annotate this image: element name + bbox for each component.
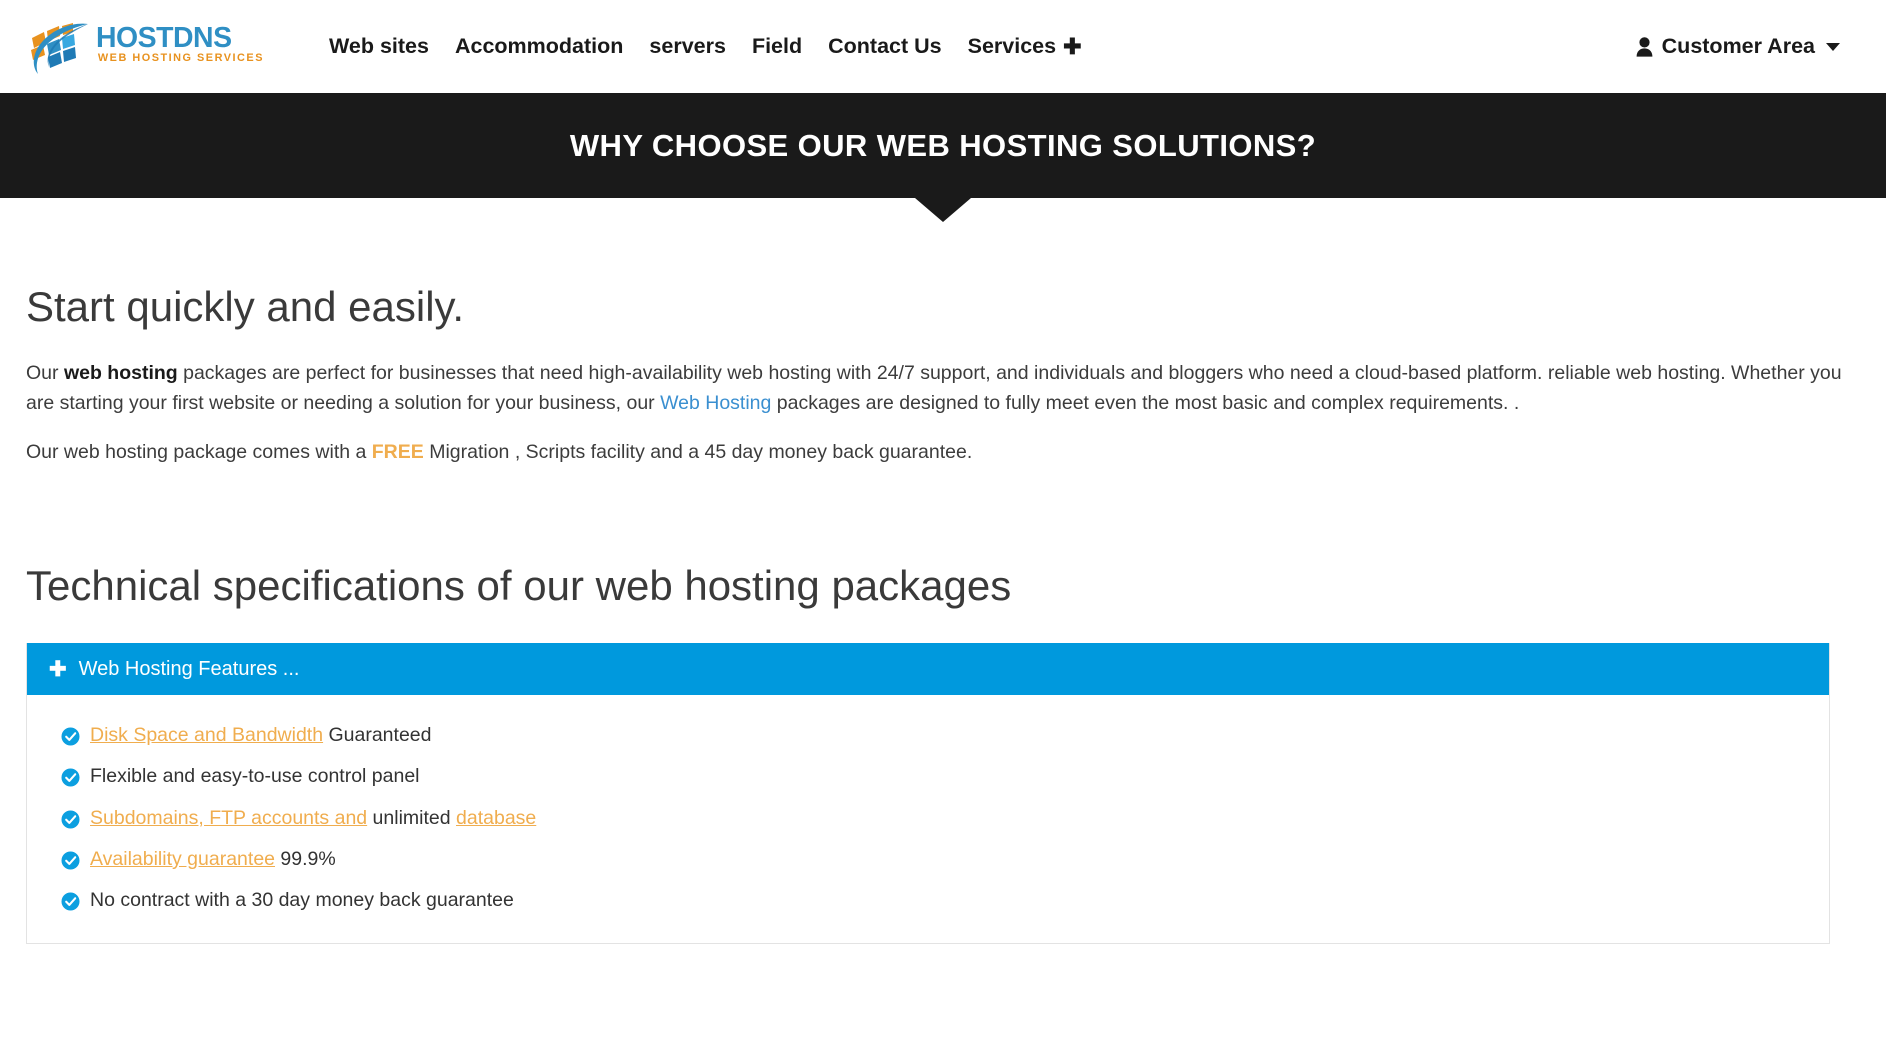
nav-item-label: Web sites bbox=[329, 33, 429, 58]
feature-link[interactable]: Availability guarantee bbox=[90, 848, 275, 870]
check-circle-icon bbox=[61, 809, 80, 829]
svg-text:WEB HOSTING SERVICES: WEB HOSTING SERVICES bbox=[98, 52, 264, 64]
feature-text-main: Flexible and easy-to-use control panel bbox=[90, 765, 420, 788]
user-icon bbox=[1636, 36, 1653, 57]
intro-text-part-3: packages are designed to fully meet even… bbox=[771, 391, 1520, 414]
section-title-technical-specs: Technical specifications of our web host… bbox=[26, 561, 1012, 609]
list-item: Flexible and easy-to-use control panel bbox=[27, 756, 1829, 797]
nav-item-field[interactable]: Field bbox=[739, 33, 815, 58]
feature-link[interactable]: Subdomains, FTP accounts and bbox=[90, 807, 367, 829]
page-title: Start quickly and easily. bbox=[26, 283, 465, 330]
nav-item-web-sites[interactable]: Web sites bbox=[316, 33, 442, 58]
hostdns-logo-icon bbox=[26, 18, 92, 76]
check-circle-icon bbox=[61, 726, 80, 746]
plus-icon: ✚ bbox=[1063, 33, 1082, 59]
banner-bar: WHY CHOOSE OUR WEB HOSTING SOLUTIONS? bbox=[0, 93, 1886, 198]
feature-text-tail: Guaranteed bbox=[323, 724, 432, 747]
feature-link[interactable]: Disk Space and Bandwidth bbox=[90, 724, 323, 746]
feature-text: Availability guarantee 99.9% bbox=[90, 845, 336, 874]
nav-item-label: servers bbox=[649, 33, 726, 58]
nav-item-label: Contact Us bbox=[828, 33, 942, 58]
nav-item-servers[interactable]: servers bbox=[636, 33, 739, 58]
hostdns-wordmark: HOSTDNS WEB HOSTING SERVICES bbox=[96, 22, 276, 71]
web-hosting-features-panel: ✚ Web Hosting Features ... Disk Space an… bbox=[26, 643, 1830, 945]
banner-title: WHY CHOOSE OUR WEB HOSTING SOLUTIONS? bbox=[569, 127, 1317, 163]
feature-text: No contract with a 30 day money back gua… bbox=[90, 886, 514, 915]
migration-text-part-2: Migration , Scripts facility and a 45 da… bbox=[423, 441, 973, 464]
panel-header-label: Web Hosting Features ... bbox=[78, 658, 300, 681]
feature-link-database[interactable]: database bbox=[456, 807, 536, 829]
plus-icon: ✚ bbox=[49, 657, 67, 681]
free-highlight: FREE bbox=[371, 441, 424, 464]
nav-item-contact-us[interactable]: Contact Us bbox=[815, 33, 954, 58]
list-item: Disk Space and Bandwidth Guaranteed bbox=[27, 715, 1829, 756]
nav-item-label: Accommodation bbox=[454, 33, 624, 58]
check-circle-icon bbox=[61, 767, 80, 787]
list-item: No contract with a 30 day money back gua… bbox=[27, 880, 1829, 921]
chevron-down-icon bbox=[1826, 42, 1840, 51]
list-item: Availability guarantee 99.9% bbox=[27, 839, 1829, 880]
feature-text: Subdomains, FTP accounts and unlimited d… bbox=[90, 804, 536, 833]
panel-header[interactable]: ✚ Web Hosting Features ... bbox=[27, 643, 1829, 696]
main-navigation: Web sites Accommodation servers Field Co… bbox=[316, 33, 1095, 59]
site-header: HOSTDNS WEB HOSTING SERVICES Web sites A… bbox=[0, 0, 1886, 93]
feature-list: Disk Space and Bandwidth Guaranteed Flex… bbox=[27, 715, 1829, 921]
web-hosting-link[interactable]: Web Hosting bbox=[660, 392, 771, 414]
intro-bold-web-hosting: web hosting bbox=[63, 362, 178, 385]
nav-item-services[interactable]: Services ✚ bbox=[955, 33, 1095, 59]
banner-notch-triangle bbox=[915, 198, 971, 222]
nav-item-label: Field bbox=[751, 33, 803, 58]
feature-text-main: No contract with a 30 day money back gua… bbox=[90, 889, 514, 912]
page-banner: WHY CHOOSE OUR WEB HOSTING SOLUTIONS? bbox=[0, 93, 1886, 222]
migration-text-part-1: Our web hosting package comes with a bbox=[26, 441, 372, 464]
migration-paragraph: Our web hosting package comes with a FRE… bbox=[26, 438, 1860, 468]
check-circle-icon bbox=[61, 850, 80, 870]
list-item: Subdomains, FTP accounts and unlimited d… bbox=[27, 798, 1829, 839]
feature-text: Flexible and easy-to-use control panel bbox=[90, 762, 420, 791]
nav-item-accommodation[interactable]: Accommodation bbox=[442, 33, 636, 58]
feature-text-mid: unlimited bbox=[367, 806, 457, 829]
check-circle-icon bbox=[61, 891, 80, 911]
intro-text-part-1: Our bbox=[26, 362, 64, 385]
customer-area-menu[interactable]: Customer Area bbox=[1636, 34, 1860, 59]
panel-body: Disk Space and Bandwidth Guaranteed Flex… bbox=[27, 695, 1829, 943]
main-content: Start quickly and easily. Our web hostin… bbox=[0, 283, 1886, 945]
customer-area-label: Customer Area bbox=[1661, 34, 1815, 58]
feature-text-tail: 99.9% bbox=[275, 847, 336, 870]
nav-item-label: Services bbox=[967, 33, 1057, 58]
svg-text:HOSTDNS: HOSTDNS bbox=[96, 22, 232, 54]
logo-link[interactable]: HOSTDNS WEB HOSTING SERVICES bbox=[26, 18, 276, 76]
intro-paragraph: Our web hosting packages are perfect for… bbox=[26, 359, 1860, 418]
feature-text: Disk Space and Bandwidth Guaranteed bbox=[90, 721, 431, 750]
